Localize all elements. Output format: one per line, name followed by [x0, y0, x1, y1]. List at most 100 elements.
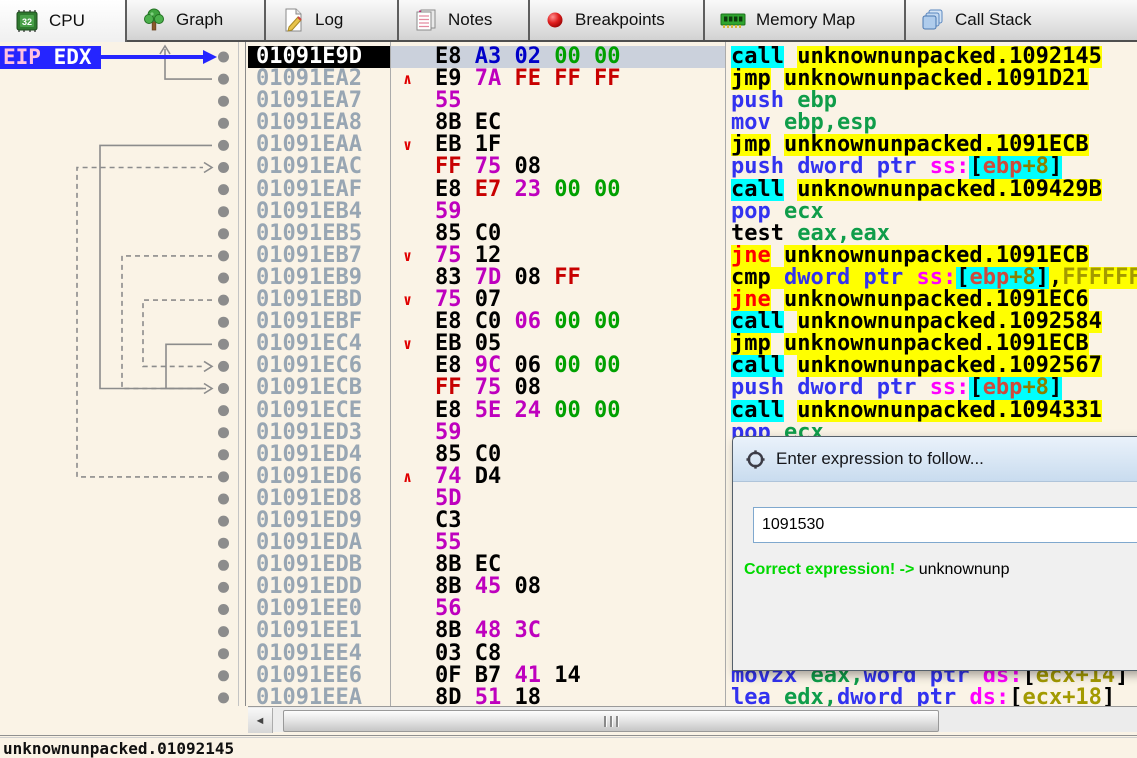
address-cell[interactable]: 01091ED8 [248, 488, 390, 510]
breakpoint-dot[interactable] [218, 228, 229, 239]
address-cell[interactable]: 01091EB5 [248, 223, 390, 245]
address-cell[interactable]: 01091EB4 [248, 201, 390, 223]
bytes-cell[interactable]: E8 C0 06 00 00 [391, 311, 725, 333]
bytes-cell[interactable]: FF 75 08 [391, 377, 725, 399]
disassembly-cell[interactable]: pop ecx [727, 201, 1137, 223]
disassembly-cell[interactable]: jne unknownunpacked.1091EC6 [727, 289, 1137, 311]
breakpoint-dot[interactable] [218, 560, 229, 571]
bytes-cell[interactable]: 8B EC [391, 554, 725, 576]
bytes-cell[interactable]: FF 75 08 [391, 156, 725, 178]
address-cell[interactable]: 01091ED3 [248, 422, 390, 444]
breakpoint-dot[interactable] [218, 162, 229, 173]
bytes-cell[interactable]: ∧74 D4 [391, 466, 725, 488]
bytes-cell[interactable]: 56 [391, 598, 725, 620]
bytes-cell[interactable]: E8 A3 02 00 00 [391, 46, 725, 68]
bytes-cell[interactable]: 8B EC [391, 112, 725, 134]
bytes-cell[interactable]: 59 [391, 422, 725, 444]
disassembly-cell[interactable]: push dword ptr ss:[ebp+8] [727, 156, 1137, 178]
bytes-cell[interactable]: ∨EB 1F [391, 134, 725, 156]
breakpoint-dot[interactable] [218, 96, 229, 107]
address-cell[interactable]: 01091EAA [248, 134, 390, 156]
dialog-titlebar[interactable]: Enter expression to follow... [733, 437, 1137, 482]
disassembly-cell[interactable]: mov ebp,esp [727, 112, 1137, 134]
address-cell[interactable]: 01091EBF [248, 311, 390, 333]
breakpoint-dot[interactable] [218, 516, 229, 527]
breakpoint-dot[interactable] [218, 626, 229, 637]
address-cell[interactable]: 01091EB7 [248, 245, 390, 267]
address-cell[interactable]: 01091EE4 [248, 643, 390, 665]
address-cell[interactable]: 01091ED9 [248, 510, 390, 532]
bytes-cell[interactable]: 0F B7 41 14 [391, 665, 725, 687]
breakpoint-dot[interactable] [218, 405, 229, 416]
address-cell[interactable]: 01091EE0 [248, 598, 390, 620]
address-cell[interactable]: 01091ED6 [248, 466, 390, 488]
tab-memory-map[interactable]: Memory Map [705, 0, 906, 40]
address-cell[interactable]: 01091EC6 [248, 355, 390, 377]
tab-notes[interactable]: Notes [399, 0, 530, 40]
breakpoint-dot[interactable] [218, 471, 229, 482]
disassembly-cell[interactable]: jmp unknownunpacked.1091ECB [727, 333, 1137, 355]
bytes-cell[interactable]: ∨75 12 [391, 245, 725, 267]
tab-graph[interactable]: Graph [127, 0, 266, 40]
breakpoint-dot[interactable] [218, 383, 229, 394]
address-cell[interactable]: 01091EDB [248, 554, 390, 576]
bytes-cell[interactable]: E8 E7 23 00 00 [391, 179, 725, 201]
bytes-cell[interactable]: ∧E9 7A FE FF FF [391, 68, 725, 90]
disassembly-cell[interactable]: test eax,eax [727, 223, 1137, 245]
address-cell[interactable]: 01091EB9 [248, 267, 390, 289]
breakpoint-dot[interactable] [218, 604, 229, 615]
address-cell[interactable]: 01091EA8 [248, 112, 390, 134]
address-cell[interactable]: 01091EDA [248, 532, 390, 554]
breakpoint-dot[interactable] [218, 449, 229, 460]
address-cell[interactable]: 01091E9D [248, 46, 390, 68]
scrollbar-thumb[interactable] [283, 710, 939, 732]
disassembly-cell[interactable]: jmp unknownunpacked.1091ECB [727, 134, 1137, 156]
bytes-cell[interactable]: 59 [391, 201, 725, 223]
breakpoint-dot[interactable] [218, 140, 229, 151]
tab-log[interactable]: Log [266, 0, 399, 40]
breakpoint-dot[interactable] [218, 339, 229, 350]
breakpoint-dot[interactable] [218, 250, 229, 261]
address-cell[interactable]: 01091EE6 [248, 665, 390, 687]
address-cell[interactable]: 01091EA7 [248, 90, 390, 112]
breakpoint-dot[interactable] [218, 427, 229, 438]
breakpoint-dot[interactable] [218, 692, 229, 703]
bytes-cell[interactable]: 55 [391, 532, 725, 554]
breakpoint-dot[interactable] [218, 206, 229, 217]
address-cell[interactable]: 01091EAC [248, 156, 390, 178]
address-cell[interactable]: 01091ECE [248, 400, 390, 422]
bytes-cell[interactable]: 85 C0 [391, 444, 725, 466]
breakpoint-dot[interactable] [218, 118, 229, 129]
breakpoint-dot[interactable] [218, 582, 229, 593]
tab-call-stack[interactable]: Call Stack [906, 0, 1137, 40]
address-cell[interactable]: 01091EA2 [248, 68, 390, 90]
bytes-cell[interactable]: 5D [391, 488, 725, 510]
breakpoint-dot[interactable] [218, 494, 229, 505]
bytes-cell[interactable]: 8B 48 3C [391, 620, 725, 642]
horizontal-scrollbar[interactable]: ◄ [248, 706, 1137, 732]
bytes-cell[interactable]: E8 9C 06 00 00 [391, 355, 725, 377]
address-cell[interactable]: 01091EE1 [248, 620, 390, 642]
address-cell[interactable]: 01091EDD [248, 576, 390, 598]
bytes-cell[interactable]: 8B 45 08 [391, 576, 725, 598]
bytes-cell[interactable]: 85 C0 [391, 223, 725, 245]
bytes-cell[interactable]: E8 5E 24 00 00 [391, 400, 725, 422]
disassembly-cell[interactable]: call unknownunpacked.1092567 [727, 355, 1137, 377]
breakpoint-dot[interactable] [218, 184, 229, 195]
scroll-left-button[interactable]: ◄ [248, 708, 273, 733]
bytes-cell[interactable]: ∨75 07 [391, 289, 725, 311]
disassembly-cell[interactable]: call unknownunpacked.1094331 [727, 400, 1137, 422]
tab-breakpoints[interactable]: Breakpoints [530, 0, 705, 40]
bytes-cell[interactable]: C3 [391, 510, 725, 532]
disassembly-cell[interactable]: jmp unknownunpacked.1091D21 [727, 68, 1137, 90]
address-cell[interactable]: 01091EAF [248, 179, 390, 201]
disassembly-cell[interactable]: call unknownunpacked.1092145 [727, 46, 1137, 68]
breakpoint-dot[interactable] [218, 648, 229, 659]
breakpoint-dot[interactable] [218, 317, 229, 328]
disassembly-cell[interactable]: call unknownunpacked.1092584 [727, 311, 1137, 333]
breakpoint-dot[interactable] [218, 273, 229, 284]
disassembly-cell[interactable]: cmp dword ptr ss:[ebp+8],FFFFFFFF [727, 267, 1137, 289]
disassembly-cell[interactable]: push dword ptr ss:[ebp+8] [727, 377, 1137, 399]
bytes-cell[interactable]: ∨EB 05 [391, 333, 725, 355]
address-cell[interactable]: 01091EC4 [248, 333, 390, 355]
